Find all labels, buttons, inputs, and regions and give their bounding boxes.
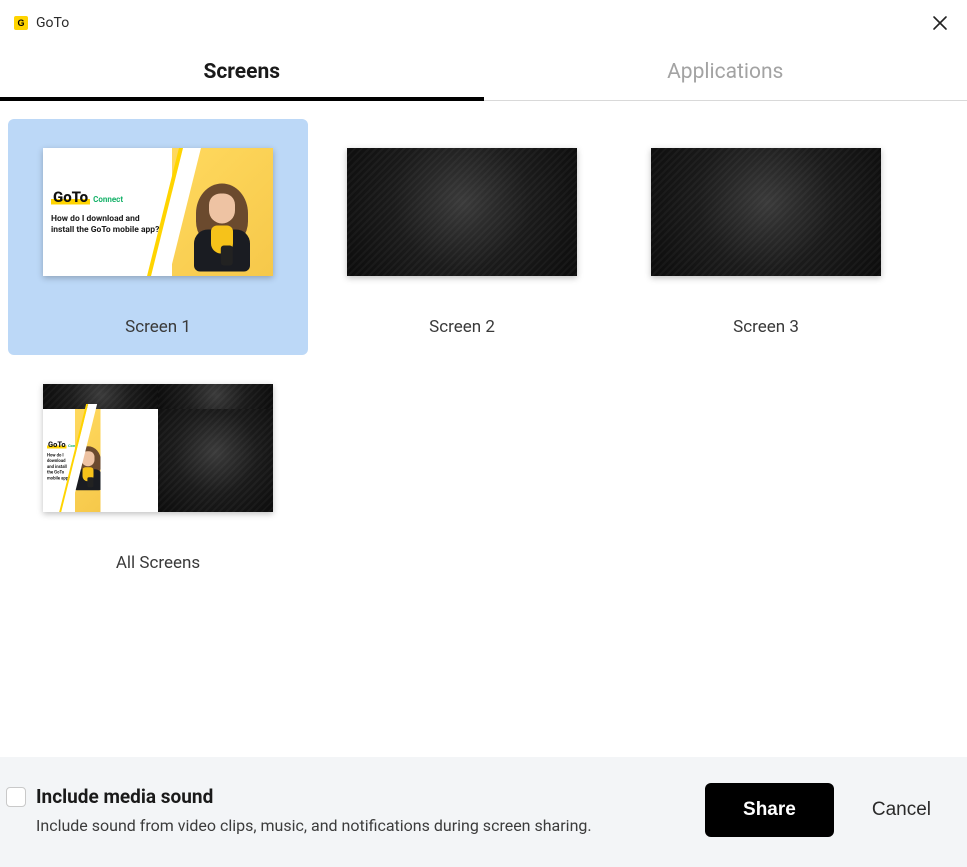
screen-thumbnail: GoTo Connect How do I download and insta… <box>43 148 273 276</box>
goto-logo-sub: Connect <box>93 195 123 204</box>
include-media-sound-checkbox[interactable] <box>6 787 26 807</box>
screen-option-all[interactable]: GoToConnect How do I download and instal… <box>8 355 308 591</box>
goto-preview-card: GoTo Connect How do I download and insta… <box>43 148 273 276</box>
share-button[interactable]: Share <box>705 783 834 837</box>
footer-actions: Share Cancel <box>705 783 931 837</box>
composite-thumbnail: GoToConnect How do I download and instal… <box>43 384 273 512</box>
person-illustration <box>187 183 257 245</box>
close-button[interactable] <box>927 10 953 36</box>
screen-label: Screen 2 <box>429 317 495 337</box>
screen-grid: GoTo Connect How do I download and insta… <box>0 101 967 757</box>
screen-label: All Screens <box>116 553 200 573</box>
media-sound-title: Include media sound <box>36 785 592 808</box>
tabs: Screens Applications <box>0 40 967 101</box>
screen-thumb-wrap <box>624 127 908 297</box>
goto-preview-question: How do I download and install the GoTo m… <box>51 214 161 237</box>
footer-left: Include media sound Include sound from v… <box>6 785 592 835</box>
goto-logo-text: GoTo <box>51 188 90 206</box>
footer: Include media sound Include sound from v… <box>0 757 967 867</box>
app-title: GoTo <box>36 15 69 31</box>
footer-text: Include media sound Include sound from v… <box>36 785 592 835</box>
app-logo-icon: G <box>14 16 28 30</box>
screen-thumbnail <box>651 148 881 276</box>
cancel-button[interactable]: Cancel <box>872 799 931 821</box>
tab-screens[interactable]: Screens <box>0 40 484 101</box>
screen-thumb-wrap <box>320 127 604 297</box>
goto-logo: GoTo Connect <box>51 188 164 206</box>
screen-label: Screen 1 <box>125 317 191 337</box>
screen-option-3[interactable]: Screen 3 <box>616 119 916 355</box>
close-icon <box>931 14 949 32</box>
screen-label: Screen 3 <box>733 317 799 337</box>
screen-thumb-wrap: GoTo Connect How do I download and insta… <box>16 127 300 297</box>
screen-option-1[interactable]: GoTo Connect How do I download and insta… <box>8 119 308 355</box>
titlebar-left: G GoTo <box>14 15 69 31</box>
screen-thumbnail <box>347 148 577 276</box>
media-sound-description: Include sound from video clips, music, a… <box>36 816 592 835</box>
tab-applications[interactable]: Applications <box>484 40 967 101</box>
screen-thumb-wrap: GoToConnect How do I download and instal… <box>16 363 300 533</box>
titlebar: G GoTo <box>0 0 967 40</box>
screen-option-2[interactable]: Screen 2 <box>312 119 612 355</box>
